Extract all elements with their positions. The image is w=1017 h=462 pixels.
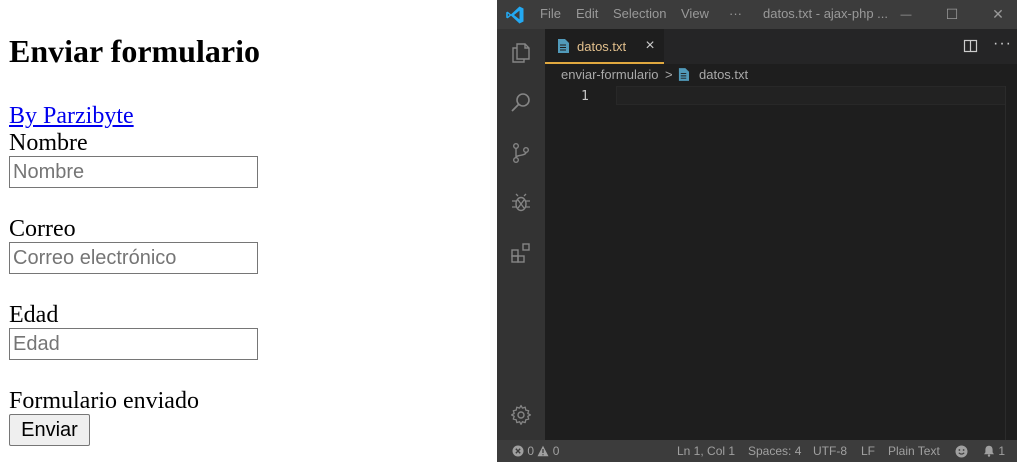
notification-count: 1 <box>998 444 1006 458</box>
name-input[interactable] <box>9 156 258 188</box>
editor-tabs: datos.txt × ··· <box>545 29 1017 64</box>
maximize-button[interactable]: ☐ <box>929 0 975 29</box>
warning-icon <box>537 445 549 457</box>
age-label: Edad <box>9 302 59 328</box>
status-message: Formulario enviado <box>9 388 199 414</box>
vscode-window: File Edit Selection View ··· datos.txt -… <box>497 0 1017 462</box>
explorer-icon <box>512 43 530 63</box>
submit-button[interactable]: Enviar <box>9 414 90 446</box>
breadcrumb-separator-icon: > <box>665 67 673 82</box>
tab-datos-txt[interactable]: datos.txt × <box>545 29 664 64</box>
source-control-icon <box>512 143 529 164</box>
split-editor-icon[interactable] <box>963 38 979 54</box>
age-input[interactable] <box>9 328 258 360</box>
menu-more[interactable]: ··· <box>729 6 742 21</box>
email-label: Correo <box>9 216 76 242</box>
vscode-logo-icon <box>506 6 524 24</box>
problems-indicator[interactable]: 0 0 <box>512 444 559 458</box>
extensions-icon <box>511 243 530 263</box>
close-window-button[interactable]: ✕ <box>975 0 1017 29</box>
file-icon <box>558 39 569 53</box>
bell-icon <box>984 445 994 457</box>
activity-bar <box>497 29 545 440</box>
breadcrumb-folder[interactable]: enviar-formulario <box>561 67 659 82</box>
minimize-button[interactable]: — <box>883 0 929 29</box>
cursor-position[interactable]: Ln 1, Col 1 <box>677 444 735 458</box>
activity-settings[interactable] <box>497 391 545 439</box>
minimize-icon: — <box>900 8 912 21</box>
indentation-setting[interactable]: Spaces: 4 <box>748 444 801 458</box>
text-editor[interactable]: 1 <box>545 86 1017 440</box>
status-bar: 0 0 Ln 1, Col 1 Spaces: 4 UTF-8 LF Plain… <box>497 440 1017 462</box>
window-title: datos.txt - ajax-php ... <box>763 6 889 21</box>
email-input[interactable] <box>9 242 258 274</box>
language-mode[interactable]: Plain Text <box>888 444 940 458</box>
title-bar: File Edit Selection View ··· datos.txt -… <box>497 0 1017 29</box>
error-icon <box>512 445 524 457</box>
page-title: Enviar formulario <box>9 33 260 69</box>
error-count: 0 <box>527 444 535 458</box>
encoding-setting[interactable]: UTF-8 <box>813 444 847 458</box>
debug-icon <box>512 193 530 212</box>
settings-gear-icon <box>510 404 532 425</box>
feedback-smiley-icon[interactable] <box>955 445 968 458</box>
activity-extensions[interactable] <box>497 229 545 277</box>
breadcrumb-file-icon <box>678 68 689 81</box>
menu-view[interactable]: View <box>681 6 709 21</box>
author-link[interactable]: By Parzibyte <box>9 102 134 130</box>
tab-label: datos.txt <box>577 39 627 54</box>
browser-page: Enviar formulario By Parzibyte Nombre Co… <box>0 0 497 462</box>
eol-setting[interactable]: LF <box>861 444 875 458</box>
editor-scrollbar[interactable] <box>1005 86 1017 440</box>
notifications-indicator[interactable]: 1 <box>983 444 1005 458</box>
menu-selection[interactable]: Selection <box>613 6 666 21</box>
name-label: Nombre <box>9 130 88 156</box>
maximize-icon: ☐ <box>945 6 959 22</box>
search-icon <box>511 93 530 112</box>
menu-edit[interactable]: Edit <box>576 6 598 21</box>
activity-source-control[interactable] <box>497 129 545 177</box>
warning-count: 0 <box>552 444 560 458</box>
current-line-highlight <box>616 86 1006 105</box>
activity-explorer[interactable] <box>497 29 545 77</box>
activity-debug[interactable] <box>497 179 545 227</box>
line-number: 1 <box>581 89 589 104</box>
menu-file[interactable]: File <box>540 6 561 21</box>
breadcrumb-file[interactable]: datos.txt <box>699 67 748 82</box>
tab-close-icon[interactable]: × <box>641 37 659 55</box>
activity-search[interactable] <box>497 79 545 127</box>
breadcrumb: enviar-formulario > datos.txt <box>545 64 1017 86</box>
more-actions-icon[interactable]: ··· <box>993 35 1012 53</box>
close-icon: ✕ <box>992 6 1004 22</box>
